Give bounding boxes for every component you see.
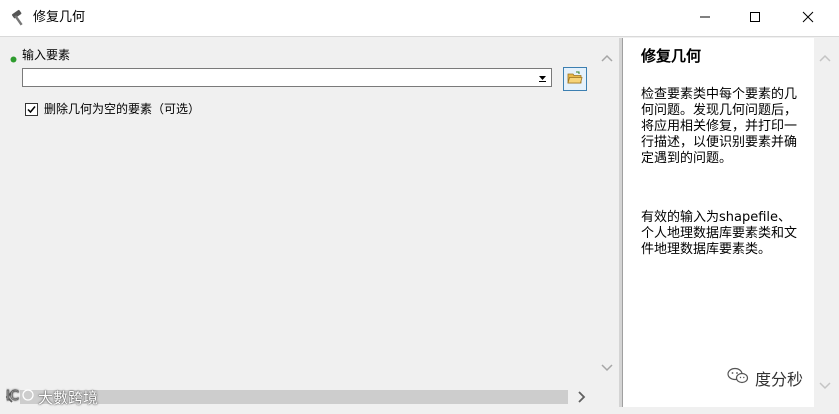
minimize-icon xyxy=(699,11,711,26)
parameters-vertical-scrollbar[interactable] xyxy=(596,38,618,390)
window-bottom-border xyxy=(0,407,839,413)
hammer-icon xyxy=(10,9,28,27)
input-features-combobox[interactable] xyxy=(22,68,552,87)
window-title: 修复几何 xyxy=(33,10,86,25)
watermark-right: 度分秒 xyxy=(727,366,803,390)
help-paragraph-2: 有效的输入为shapefile、个人地理数据库要素类和文件地理数据库要素类。 xyxy=(641,210,798,257)
help-scroll-down-icon[interactable] xyxy=(814,376,836,396)
brand-logo-icon: IC xyxy=(6,386,34,408)
help-pane: 修复几何 检查要素类中每个要素的几何问题。发现几何问题后，将应用相关修复，并打印… xyxy=(622,38,814,408)
help-vertical-scrollbar[interactable] xyxy=(814,38,836,408)
scroll-right-icon[interactable] xyxy=(572,388,590,406)
help-paragraph-1: 检查要素类中每个要素的几何问题。发现几何问题后，将应用相关修复，并打印一行描述，… xyxy=(641,87,798,166)
horizontal-scroll-thumb[interactable] xyxy=(20,390,568,404)
maximize-button[interactable] xyxy=(730,0,780,36)
title-bar: 修复几何 xyxy=(0,0,839,36)
help-scroll-up-icon[interactable] xyxy=(814,48,836,68)
minimize-button[interactable] xyxy=(680,0,730,36)
help-title: 修复几何 xyxy=(641,47,702,65)
delete-null-checkbox[interactable] xyxy=(25,103,38,116)
watermark-left: IC 大數跨境 xyxy=(6,386,98,408)
parameters-pane xyxy=(2,38,594,388)
open-folder-icon xyxy=(567,70,583,89)
maximize-icon xyxy=(749,11,761,26)
watermark-left-text: 大數跨境 xyxy=(38,388,99,407)
browse-button[interactable] xyxy=(563,67,587,91)
scroll-up-icon[interactable] xyxy=(596,48,618,68)
required-indicator-icon xyxy=(10,52,17,63)
watermark-right-text: 度分秒 xyxy=(755,370,804,389)
wechat-icon xyxy=(727,367,749,389)
svg-text:IC: IC xyxy=(6,389,19,404)
close-icon xyxy=(802,11,814,26)
dropdown-arrow-icon[interactable] xyxy=(535,70,550,85)
input-features-label: 输入要素 xyxy=(22,48,71,62)
close-button[interactable] xyxy=(783,0,833,36)
scroll-down-icon[interactable] xyxy=(596,358,618,378)
delete-null-label: 删除几何为空的要素（可选） xyxy=(44,102,201,116)
